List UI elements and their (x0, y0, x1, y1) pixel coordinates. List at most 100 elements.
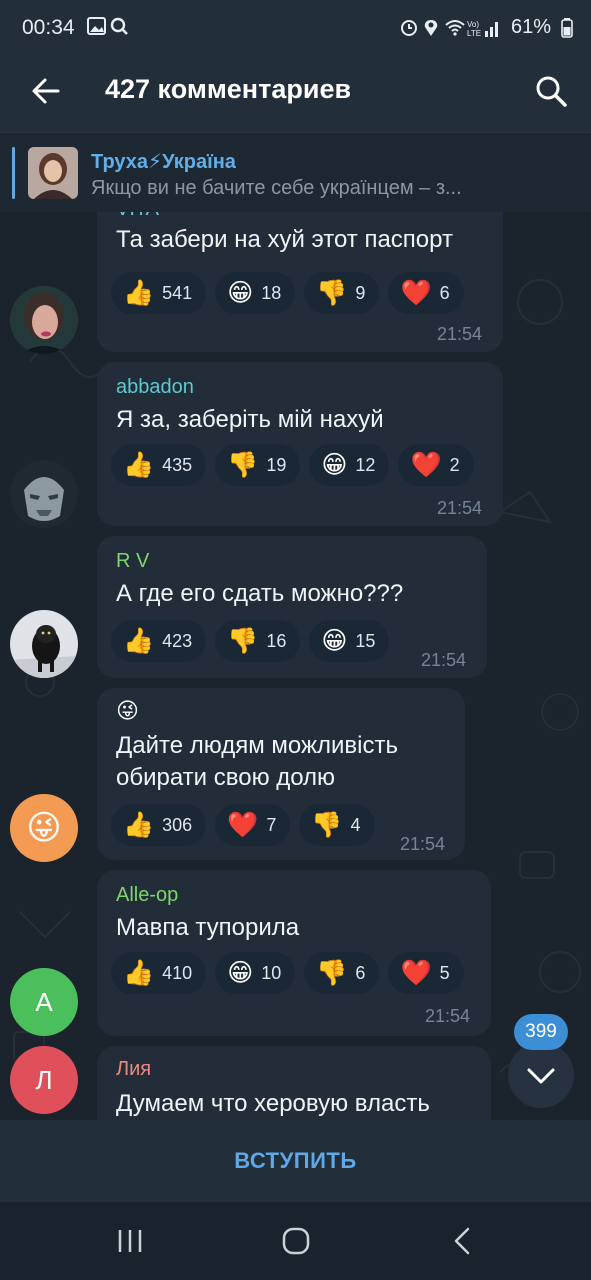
reaction-chip[interactable]: 👍 435 (111, 444, 207, 486)
reaction-chip[interactable]: 👎 19 (215, 444, 301, 486)
home-icon (282, 1227, 310, 1255)
arrow-left-icon (32, 78, 60, 104)
reaction-count: 6 (439, 282, 450, 303)
reaction-count: 435 (162, 454, 193, 475)
search-button[interactable] (530, 70, 572, 112)
reactions-row: 👍 306 ❤️ 7 👎 4 (111, 804, 375, 846)
message-text: А где его сдать можно??? (116, 580, 404, 607)
message-text: Мавпа тупорила (116, 914, 300, 941)
reaction-count: 423 (162, 630, 193, 651)
thumbs-up-icon: 👍 (123, 811, 155, 839)
message-time: 21:54 (421, 650, 467, 670)
reaction-chip[interactable]: ❤️ 5 (388, 952, 464, 994)
home-button[interactable] (281, 1226, 311, 1256)
message-text: обирати свою долю (116, 764, 336, 791)
sender-name[interactable]: VITA (116, 212, 159, 221)
comment-bubble[interactable]: Лия Думаем что херовую власть (97, 1046, 491, 1120)
message-time: 21:54 (437, 498, 483, 518)
thumbs-up-icon: 👍 (123, 279, 155, 307)
reactions-row: 👍 435 👎 19 😁 12 ❤️ 2 (111, 444, 474, 486)
thumbs-down-icon: 👎 (316, 959, 348, 987)
comments-list[interactable]: VITA Та забери на хуй этот паспорт 👍541 … (0, 212, 591, 1120)
join-button[interactable]: ВСТУПИТЬ (0, 1120, 591, 1202)
reaction-chip[interactable]: 😁 12 (309, 444, 390, 486)
reaction-count: 16 (266, 630, 287, 651)
avatar-initial: Л (35, 1064, 53, 1095)
chevron-left-icon (454, 1227, 470, 1255)
comment-bubble[interactable]: R V А где его сдать можно??? 👍 423 👎 16 😁 1… (97, 536, 487, 678)
pinned-thumbnail (28, 147, 78, 199)
pinned-text: Якщо ви не бачите себе українцем – з... (91, 177, 462, 199)
system-icons: Vo) LTE (400, 19, 498, 38)
grin-icon: 😁 (227, 959, 254, 987)
sender-name[interactable]: R V (116, 550, 149, 573)
comment-bubble[interactable]: abbadon Я за, заберіть мій нахуй 👍 435 👎 1… (97, 362, 503, 526)
reaction-count: 541 (162, 282, 193, 303)
reaction-chip[interactable]: 😁 18 (215, 272, 296, 314)
heart-icon: ❤️ (400, 279, 432, 307)
reaction-chip[interactable]: 😁 10 (215, 952, 296, 994)
join-bar: ВСТУПИТЬ (0, 1120, 591, 1202)
recent-apps-button[interactable] (116, 1226, 146, 1256)
reaction-chip[interactable]: 👎 16 (215, 620, 301, 662)
sender-name[interactable]: Alle-op (116, 884, 178, 907)
status-right: Vo) LTE 61% (400, 16, 573, 39)
reaction-count: 9 (355, 282, 366, 303)
reaction-chip[interactable]: 👍 541 (111, 272, 207, 314)
comment-bubble[interactable]: 😜 Дайте людям можливість обирати свою до… (97, 688, 465, 860)
system-back-button[interactable] (448, 1226, 478, 1256)
heart-icon: ❤️ (400, 959, 432, 987)
reaction-count: 4 (350, 814, 361, 835)
reaction-chip[interactable]: 👎 9 (304, 272, 380, 314)
scroll-down-button[interactable] (508, 1042, 574, 1108)
avatar[interactable] (10, 286, 78, 354)
pinned-indicator (12, 147, 15, 199)
avatar[interactable]: A (10, 968, 78, 1036)
winking-face-icon: 😜 (26, 809, 62, 847)
gallery-search-icon (87, 17, 128, 35)
message-time: 21:54 (437, 324, 483, 344)
thumbs-up-icon: 👍 (123, 959, 155, 987)
grin-icon: 😁 (227, 279, 254, 307)
avatar[interactable] (10, 460, 78, 528)
reaction-count: 19 (266, 454, 287, 475)
message-text: Думаем что херовую власть (116, 1090, 430, 1117)
message-text: Дайте людям можливість (116, 732, 399, 759)
reaction-chip[interactable]: ❤️ 7 (215, 804, 291, 846)
pinned-message[interactable]: Труха⚡Україна Якщо ви не бачите себе укр… (0, 134, 591, 213)
status-time: 00:34 (22, 16, 75, 39)
thumbs-down-icon: 👎 (227, 627, 259, 655)
sender-name[interactable]: abbadon (116, 376, 194, 399)
unread-badge: 399 (514, 1014, 568, 1050)
message-text: Та забери на хуй этот паспорт (116, 226, 453, 253)
reaction-chip[interactable]: 😁 15 (309, 620, 390, 662)
battery-level: 61% (510, 16, 551, 38)
avatar[interactable]: Л (10, 1046, 78, 1114)
avatar[interactable] (10, 610, 78, 678)
sender-name[interactable]: 😜 (116, 698, 139, 724)
reaction-chip[interactable]: 👎 6 (304, 952, 380, 994)
comment-bubble[interactable]: VITA Та забери на хуй этот паспорт 👍541 … (97, 212, 503, 352)
page-title: 427 комментариев (105, 74, 352, 104)
reaction-chip[interactable]: 👍 410 (111, 952, 207, 994)
avatar[interactable]: 😜 (10, 794, 78, 862)
thumbs-down-icon: 👎 (316, 279, 348, 307)
reaction-chip[interactable]: 👍 423 (111, 620, 207, 662)
svg-text:LTE: LTE (467, 29, 481, 38)
message-text: Я за, заберіть мій нахуй (116, 406, 384, 433)
reaction-chip[interactable]: ❤️ 6 (388, 272, 464, 314)
comment-bubble[interactable]: Alle-op Мавпа тупорила 👍 410 😁 10 👎 6 ❤️ 5 2… (97, 870, 491, 1036)
reaction-count: 6 (355, 962, 366, 983)
status-bar: 00:34 Vo) LTE 61% (0, 0, 591, 56)
reaction-chip[interactable]: ❤️ 2 (398, 444, 474, 486)
reactions-row: 👍 410 😁 10 👎 6 ❤️ 5 (111, 952, 464, 994)
reaction-count: 306 (162, 814, 193, 835)
reaction-chip[interactable]: 👎 4 (299, 804, 375, 846)
avatar-initial: A (35, 986, 53, 1017)
search-icon (536, 76, 567, 107)
reaction-count: 10 (261, 962, 282, 983)
sender-name[interactable]: Лия (116, 1058, 151, 1081)
back-button[interactable] (26, 70, 68, 112)
reaction-chip[interactable]: 👍 306 (111, 804, 207, 846)
grin-icon: 😁 (321, 451, 348, 479)
